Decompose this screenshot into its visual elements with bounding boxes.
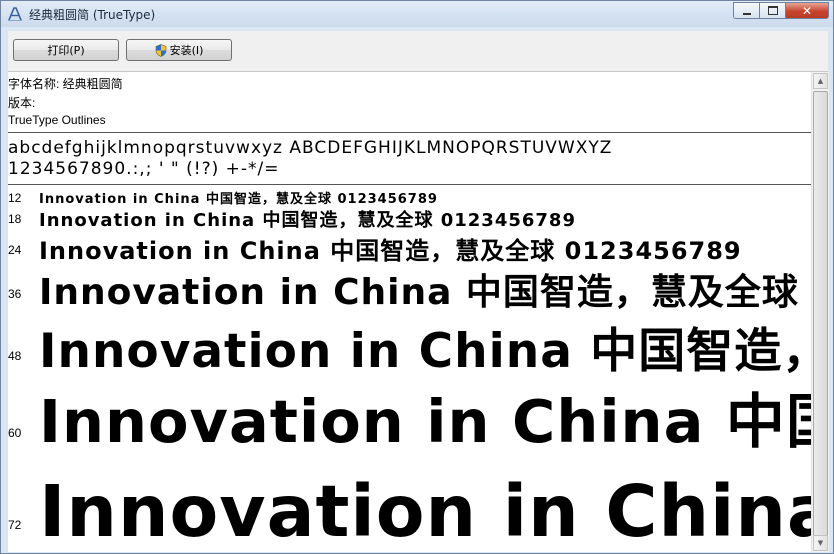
title-bar[interactable]: 经典粗圆简 (TrueType) ✕ bbox=[1, 1, 833, 27]
size-label: 36 bbox=[8, 287, 22, 301]
outline-type-text: TrueType Outlines bbox=[8, 113, 106, 127]
vertical-scrollbar[interactable]: ▲ ▼ bbox=[811, 72, 829, 552]
uac-shield-icon bbox=[155, 43, 166, 57]
size-label: 48 bbox=[8, 349, 22, 363]
close-button[interactable]: ✕ bbox=[785, 2, 829, 19]
scroll-thumb[interactable] bbox=[813, 91, 828, 543]
charset-digits-punctuation: 1234567890.:,; ' " (!?) +-*/= bbox=[8, 159, 280, 179]
minimize-button[interactable] bbox=[733, 2, 759, 19]
font-app-icon bbox=[8, 7, 22, 21]
arrow-down-icon: ▼ bbox=[817, 539, 824, 547]
preview-48: Innovation in China 中国智造，慧及全球 0123456789 bbox=[39, 324, 811, 379]
install-button[interactable]: 安装(I) bbox=[126, 39, 232, 61]
size-label: 18 bbox=[8, 212, 22, 226]
preview-36: Innovation in China 中国智造，慧及全球 0123456789 bbox=[39, 272, 811, 313]
minimize-icon bbox=[742, 12, 751, 15]
window-title: 经典粗圆简 (TrueType) bbox=[29, 8, 156, 22]
charset-letters: abcdefghijklmnopqrstuvwxyz ABCDEFGHIJKLM… bbox=[8, 138, 613, 158]
toolbar: 打印(P) 安装(I) bbox=[8, 31, 828, 72]
preview-24: Innovation in China 中国智造，慧及全球 0123456789 bbox=[39, 237, 742, 265]
size-label: 12 bbox=[8, 191, 22, 205]
print-button[interactable]: 打印(P) bbox=[13, 39, 119, 61]
version-text: 版本: bbox=[8, 96, 36, 110]
preview-18: Innovation in China 中国智造，慧及全球 0123456789 bbox=[39, 210, 576, 231]
preview-12: Innovation in China 中国智造，慧及全球 0123456789 bbox=[39, 192, 438, 207]
size-label: 24 bbox=[8, 243, 22, 257]
font-name-text: 字体名称: 经典粗圆简 bbox=[8, 77, 123, 91]
print-button-label: 打印(P) bbox=[47, 44, 85, 57]
close-icon: ✕ bbox=[801, 3, 813, 18]
scroll-down-button[interactable]: ▼ bbox=[813, 535, 828, 551]
size-label: 72 bbox=[8, 518, 22, 532]
divider bbox=[8, 184, 811, 185]
arrow-up-icon: ▲ bbox=[817, 77, 824, 85]
preview-72: Innovation in China 中国智造，慧及全球 0123456789 bbox=[39, 470, 811, 552]
scroll-up-button[interactable]: ▲ bbox=[813, 73, 828, 89]
preview-60: Innovation in China 中国智造，慧及全球 0123456789 bbox=[39, 387, 811, 456]
install-button-label: 安装(I) bbox=[169, 44, 204, 57]
font-viewer-window: 经典粗圆简 (TrueType) ✕ 打印(P) 安装(I) 字体名称: 经典粗… bbox=[0, 0, 834, 554]
maximize-button[interactable] bbox=[759, 2, 785, 19]
maximize-icon bbox=[767, 6, 778, 15]
divider bbox=[8, 132, 811, 133]
size-label: 60 bbox=[8, 426, 22, 440]
font-preview-pane[interactable]: 字体名称: 经典粗圆简 版本: TrueType Outlines abcdef… bbox=[8, 72, 811, 552]
